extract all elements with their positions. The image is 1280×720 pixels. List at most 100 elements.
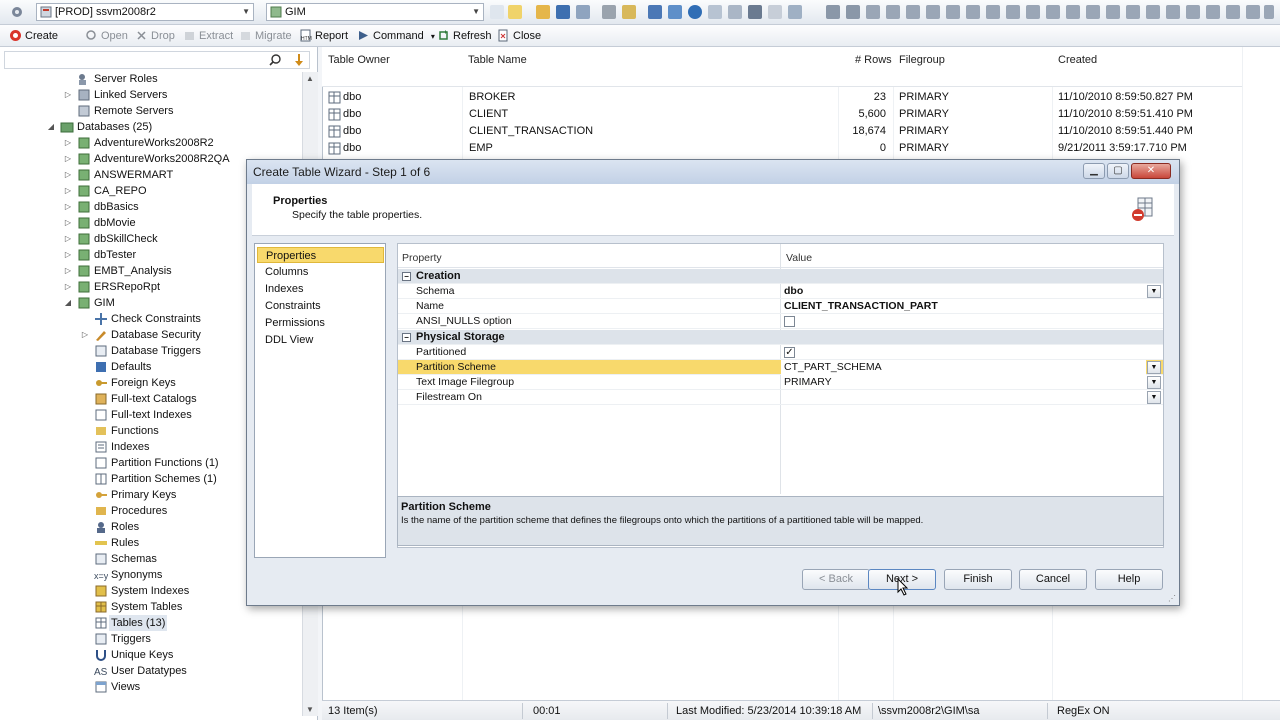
category-creation[interactable]: − Creation (398, 269, 1163, 284)
expand-icon[interactable]: ▷ (63, 263, 73, 279)
property-row-ansi-nulls[interactable]: ANSI_NULLS option (398, 314, 1163, 329)
indent-icon[interactable] (966, 5, 980, 19)
report-button[interactable]: HTML Report (298, 28, 348, 44)
create-button[interactable]: Create (8, 28, 58, 44)
back-button[interactable]: < Back (802, 569, 870, 590)
paste-icon[interactable] (906, 5, 920, 19)
expand-icon[interactable]: ▷ (63, 183, 73, 199)
table-row[interactable]: dbo CLIENT 5,600 PRIMARY 11/10/2010 8:59… (322, 106, 1242, 123)
database-combo[interactable]: GIM ▼ (266, 3, 484, 21)
filter-icon[interactable] (748, 5, 762, 19)
property-row-name[interactable]: Name CLIENT_TRANSACTION_PART (398, 299, 1163, 314)
cut-icon[interactable] (866, 5, 880, 19)
undo-icon[interactable] (826, 5, 840, 19)
explorer-icon[interactable] (648, 5, 662, 19)
cancel-button[interactable]: Cancel (1019, 569, 1087, 590)
migrate-button[interactable]: Migrate (238, 28, 292, 44)
expand-icon[interactable]: ▷ (63, 279, 73, 295)
maximize-button[interactable]: ▢ (1107, 163, 1129, 179)
nav-item-properties[interactable]: Properties (257, 247, 384, 263)
tab-icon[interactable] (1126, 5, 1140, 19)
save-all-icon[interactable] (576, 5, 590, 19)
window-icon[interactable] (668, 5, 682, 19)
command-button[interactable]: Command ▾ (356, 28, 435, 44)
table-row[interactable]: dbo EMP 0 PRIMARY 9/21/2011 3:59:17.710 … (322, 140, 1242, 157)
scroll-up-icon[interactable]: ▲ (306, 74, 314, 83)
dropdown-arrow-icon[interactable]: ▼ (1147, 376, 1161, 389)
nav-item-ddl-view[interactable]: DDL View (257, 332, 384, 348)
column-header-created[interactable]: Created (1058, 54, 1097, 66)
overflow-icon[interactable] (1264, 5, 1274, 19)
search-icon[interactable] (268, 53, 282, 67)
expand-icon[interactable]: ▷ (63, 215, 73, 231)
nav-item-permissions[interactable]: Permissions (257, 315, 384, 331)
expand-icon[interactable]: ▷ (63, 231, 73, 247)
new-sql-icon[interactable] (508, 5, 522, 19)
tree-search-input[interactable] (4, 51, 310, 69)
layout-icon[interactable] (1246, 5, 1260, 19)
uppercase-icon[interactable] (1086, 5, 1100, 19)
table-row[interactable]: dbo CLIENT_TRANSACTION 18,674 PRIMARY 11… (322, 123, 1242, 140)
toolbar-button-icon[interactable] (490, 5, 504, 19)
property-row-partitioned[interactable]: Partitioned ✓ (398, 345, 1163, 360)
collapse-icon[interactable]: − (402, 333, 411, 342)
search-icon[interactable] (728, 5, 742, 19)
property-value[interactable]: dbo (784, 284, 803, 299)
filter-arrow-icon[interactable] (292, 53, 306, 67)
dialog-titlebar[interactable]: Create Table Wizard - Step 1 of 6 ▁ ▢ ✕ (247, 160, 1179, 184)
expand-icon[interactable]: ▷ (63, 151, 73, 167)
format-icon[interactable] (1066, 5, 1080, 19)
redo-icon[interactable] (846, 5, 860, 19)
expand-icon[interactable]: ▷ (63, 87, 73, 103)
drop-button[interactable]: Drop (134, 28, 175, 44)
nav-item-indexes[interactable]: Indexes (257, 281, 384, 297)
bookmark-icon[interactable] (1046, 5, 1060, 19)
tools-icon[interactable] (10, 5, 24, 19)
save-icon[interactable] (556, 5, 570, 19)
expand-icon[interactable]: ▷ (63, 199, 73, 215)
open-button[interactable]: Open (84, 28, 128, 44)
dropdown-arrow-icon[interactable]: ▼ (1147, 361, 1161, 374)
refresh-button[interactable]: Refresh (436, 28, 492, 44)
expand-icon[interactable]: ▷ (63, 167, 73, 183)
dropdown-arrow-icon[interactable]: ▼ (1147, 285, 1161, 298)
list-icon[interactable] (708, 5, 722, 19)
table-row[interactable]: dbo BROKER 23 PRIMARY 11/10/2010 8:59:50… (322, 89, 1242, 106)
property-row-schema[interactable]: Schema dbo ▼ (398, 284, 1163, 299)
step-icon[interactable] (1186, 5, 1200, 19)
expand-icon[interactable]: ▷ (63, 135, 73, 151)
expand-icon[interactable]: ▷ (63, 247, 73, 263)
stop-icon[interactable] (1206, 5, 1220, 19)
scroll-down-icon[interactable]: ▼ (306, 705, 314, 714)
print-icon[interactable] (602, 5, 616, 19)
mail-icon[interactable] (622, 5, 636, 19)
property-row-partition-scheme[interactable]: Partition Scheme CT_PART_SCHEMA ▼ (398, 360, 1163, 375)
partitioned-checkbox[interactable]: ✓ (784, 347, 795, 358)
replace-icon[interactable] (946, 5, 960, 19)
nav-item-columns[interactable]: Columns (257, 264, 384, 280)
collapse-icon[interactable]: ◢ (63, 295, 73, 311)
column-header-name[interactable]: Table Name (468, 54, 527, 66)
table-name-field[interactable]: CLIENT_TRANSACTION_PART (784, 299, 938, 314)
partition-scheme-value[interactable]: CT_PART_SCHEMA (781, 360, 1146, 375)
execute-icon[interactable] (1166, 5, 1180, 19)
expand-icon[interactable]: ▷ (80, 327, 90, 343)
chevron-down-icon[interactable]: ▼ (242, 4, 250, 20)
collapse-icon[interactable]: − (402, 272, 411, 281)
finish-button[interactable]: Finish (944, 569, 1012, 590)
resize-grip-icon[interactable]: ⋰ (1168, 594, 1176, 603)
open-folder-icon[interactable] (536, 5, 550, 19)
wrap-icon[interactable] (1146, 5, 1160, 19)
uncomment-icon[interactable] (1026, 5, 1040, 19)
connect-icon[interactable] (688, 5, 702, 19)
column-header-filegroup[interactable]: Filegroup (899, 54, 945, 66)
nav-item-constraints[interactable]: Constraints (257, 298, 384, 314)
outdent-icon[interactable] (986, 5, 1000, 19)
chevron-down-icon[interactable]: ▼ (472, 4, 480, 20)
copy-icon[interactable] (886, 5, 900, 19)
close-button[interactable]: Close (496, 28, 541, 44)
ansi-nulls-checkbox[interactable] (784, 316, 795, 327)
help-button[interactable]: Help (1095, 569, 1163, 590)
lowercase-icon[interactable] (1106, 5, 1120, 19)
close-window-button[interactable]: ✕ (1131, 163, 1171, 179)
